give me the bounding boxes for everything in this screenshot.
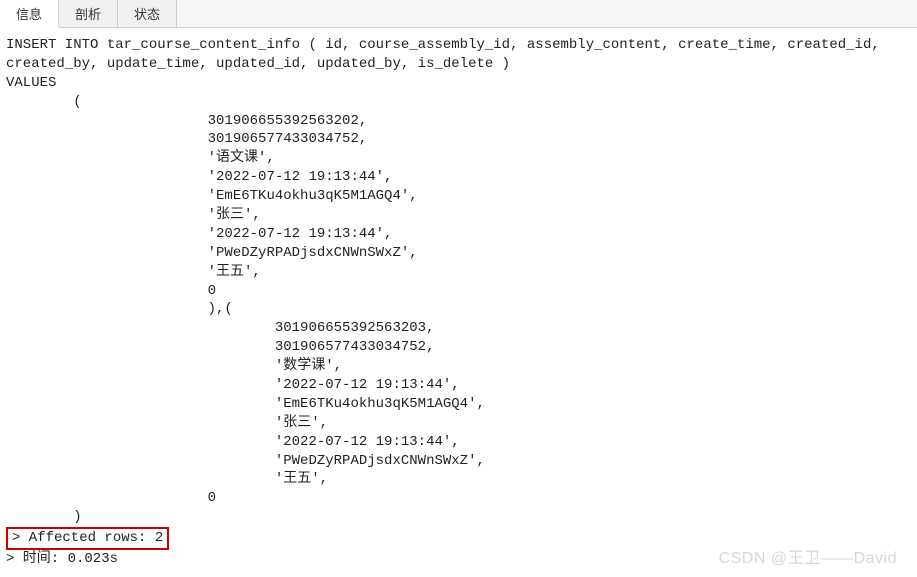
sql-line: 'PWeDZyRPADjsdxCNWnSWxZ', bbox=[6, 453, 485, 469]
sql-line: created_by, update_time, updated_id, upd… bbox=[6, 56, 510, 72]
sql-line: 301906655392563202, bbox=[6, 113, 367, 129]
tab-info[interactable]: 信息 bbox=[0, 0, 59, 28]
sql-line: ) bbox=[6, 509, 82, 525]
sql-line: INSERT INTO tar_course_content_info ( id… bbox=[6, 37, 880, 53]
sql-line: 301906577433034752, bbox=[6, 339, 434, 355]
sql-line: '2022-07-12 19:13:44', bbox=[6, 169, 392, 185]
tab-status[interactable]: 状态 bbox=[118, 0, 177, 27]
sql-line: 0 bbox=[6, 283, 216, 299]
affected-rows-highlight: > Affected rows: 2 bbox=[6, 527, 169, 550]
execution-time: > 时间: 0.023s bbox=[6, 551, 118, 567]
sql-line: 0 bbox=[6, 490, 216, 506]
sql-line: 301906577433034752, bbox=[6, 131, 367, 147]
sql-line: '2022-07-12 19:13:44', bbox=[6, 434, 460, 450]
tab-bar: 信息 剖析 状态 bbox=[0, 0, 917, 28]
sql-line: '张三', bbox=[6, 415, 328, 431]
sql-line: 'EmE6TKu4okhu3qK5M1AGQ4', bbox=[6, 396, 485, 412]
sql-line: '数学课', bbox=[6, 358, 342, 374]
sql-line: 301906655392563203, bbox=[6, 320, 434, 336]
sql-line: '语文课', bbox=[6, 150, 275, 166]
sql-line: '王五', bbox=[6, 264, 261, 280]
sql-line: 'EmE6TKu4okhu3qK5M1AGQ4', bbox=[6, 188, 418, 204]
sql-line: '2022-07-12 19:13:44', bbox=[6, 226, 392, 242]
sql-line: '张三', bbox=[6, 207, 261, 223]
sql-line: ( bbox=[6, 94, 82, 110]
sql-line: VALUES bbox=[6, 75, 56, 91]
sql-line: '王五', bbox=[6, 471, 328, 487]
sql-line: 'PWeDZyRPADjsdxCNWnSWxZ', bbox=[6, 245, 418, 261]
sql-output: INSERT INTO tar_course_content_info ( id… bbox=[0, 28, 917, 577]
sql-line: ),( bbox=[6, 301, 233, 317]
tab-profile[interactable]: 剖析 bbox=[59, 0, 118, 27]
sql-line: '2022-07-12 19:13:44', bbox=[6, 377, 460, 393]
affected-rows-text: > Affected rows: 2 bbox=[12, 530, 163, 546]
